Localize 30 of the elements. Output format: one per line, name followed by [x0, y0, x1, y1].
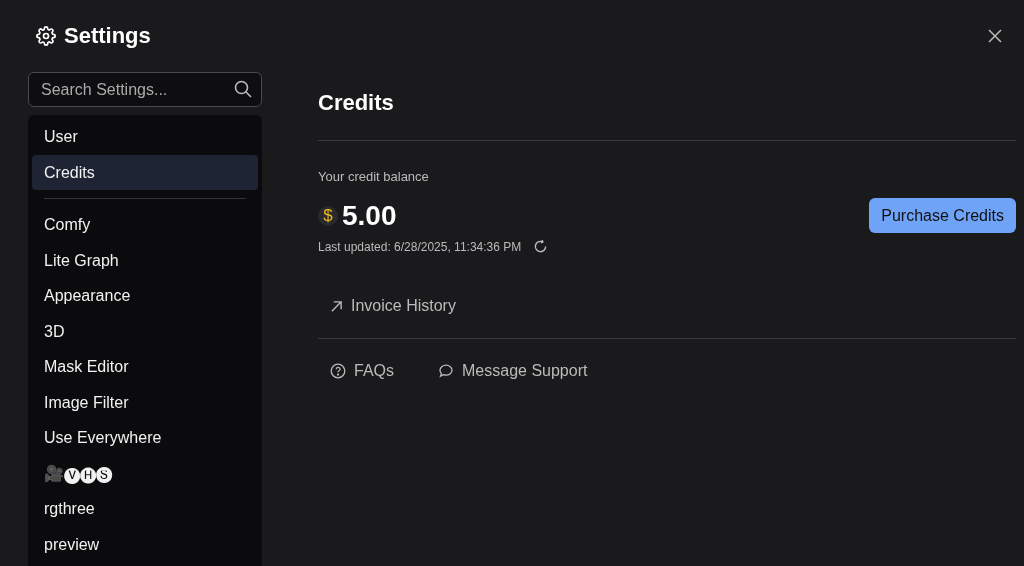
- faqs-link[interactable]: FAQs: [318, 351, 406, 391]
- search-field[interactable]: Search Settings...: [28, 72, 262, 107]
- sidebar-item[interactable]: 🎥🅥🅗🅢: [32, 455, 258, 491]
- close-icon[interactable]: [988, 29, 1002, 43]
- settings-icon: [36, 26, 56, 46]
- sidebar-item[interactable]: Lite Graph: [32, 242, 258, 278]
- message-support-link[interactable]: Message Support: [426, 351, 600, 391]
- sidebar-item[interactable]: preview: [32, 526, 258, 562]
- last-updated-text: Last updated: 6/28/2025, 11:34:36 PM: [318, 239, 522, 254]
- currency-symbol: $: [318, 205, 338, 226]
- purchase-credits-button[interactable]: Purchase Credits: [869, 198, 1016, 233]
- credit-balance: 5.00: [342, 199, 397, 232]
- sidebar-item[interactable]: Use Everywhere: [32, 420, 258, 456]
- balance-label: Your credit balance: [318, 169, 430, 184]
- sidebar-item[interactable]: Image Filter: [32, 384, 258, 420]
- arrow-icon: [330, 299, 343, 313]
- sidebar-item[interactable]: Credits: [32, 154, 258, 190]
- chat-icon: [438, 363, 454, 379]
- search-icon: [234, 80, 252, 98]
- sidebar-item[interactable]: rgthree: [32, 491, 258, 527]
- sidebar-item[interactable]: Mask Editor: [32, 349, 258, 385]
- refresh-icon[interactable]: [533, 239, 549, 254]
- invoice-history-link[interactable]: Invoice History: [318, 286, 468, 326]
- sidebar-item[interactable]: 3D: [32, 313, 258, 349]
- dialog-title: Settings: [64, 23, 151, 49]
- sidebar-item[interactable]: User: [32, 119, 258, 155]
- sidebar-item[interactable]: Appearance: [32, 278, 258, 314]
- page-heading: Credits: [318, 90, 395, 117]
- sidebar-item[interactable]: Comfy: [32, 207, 258, 243]
- question-icon: [330, 363, 346, 379]
